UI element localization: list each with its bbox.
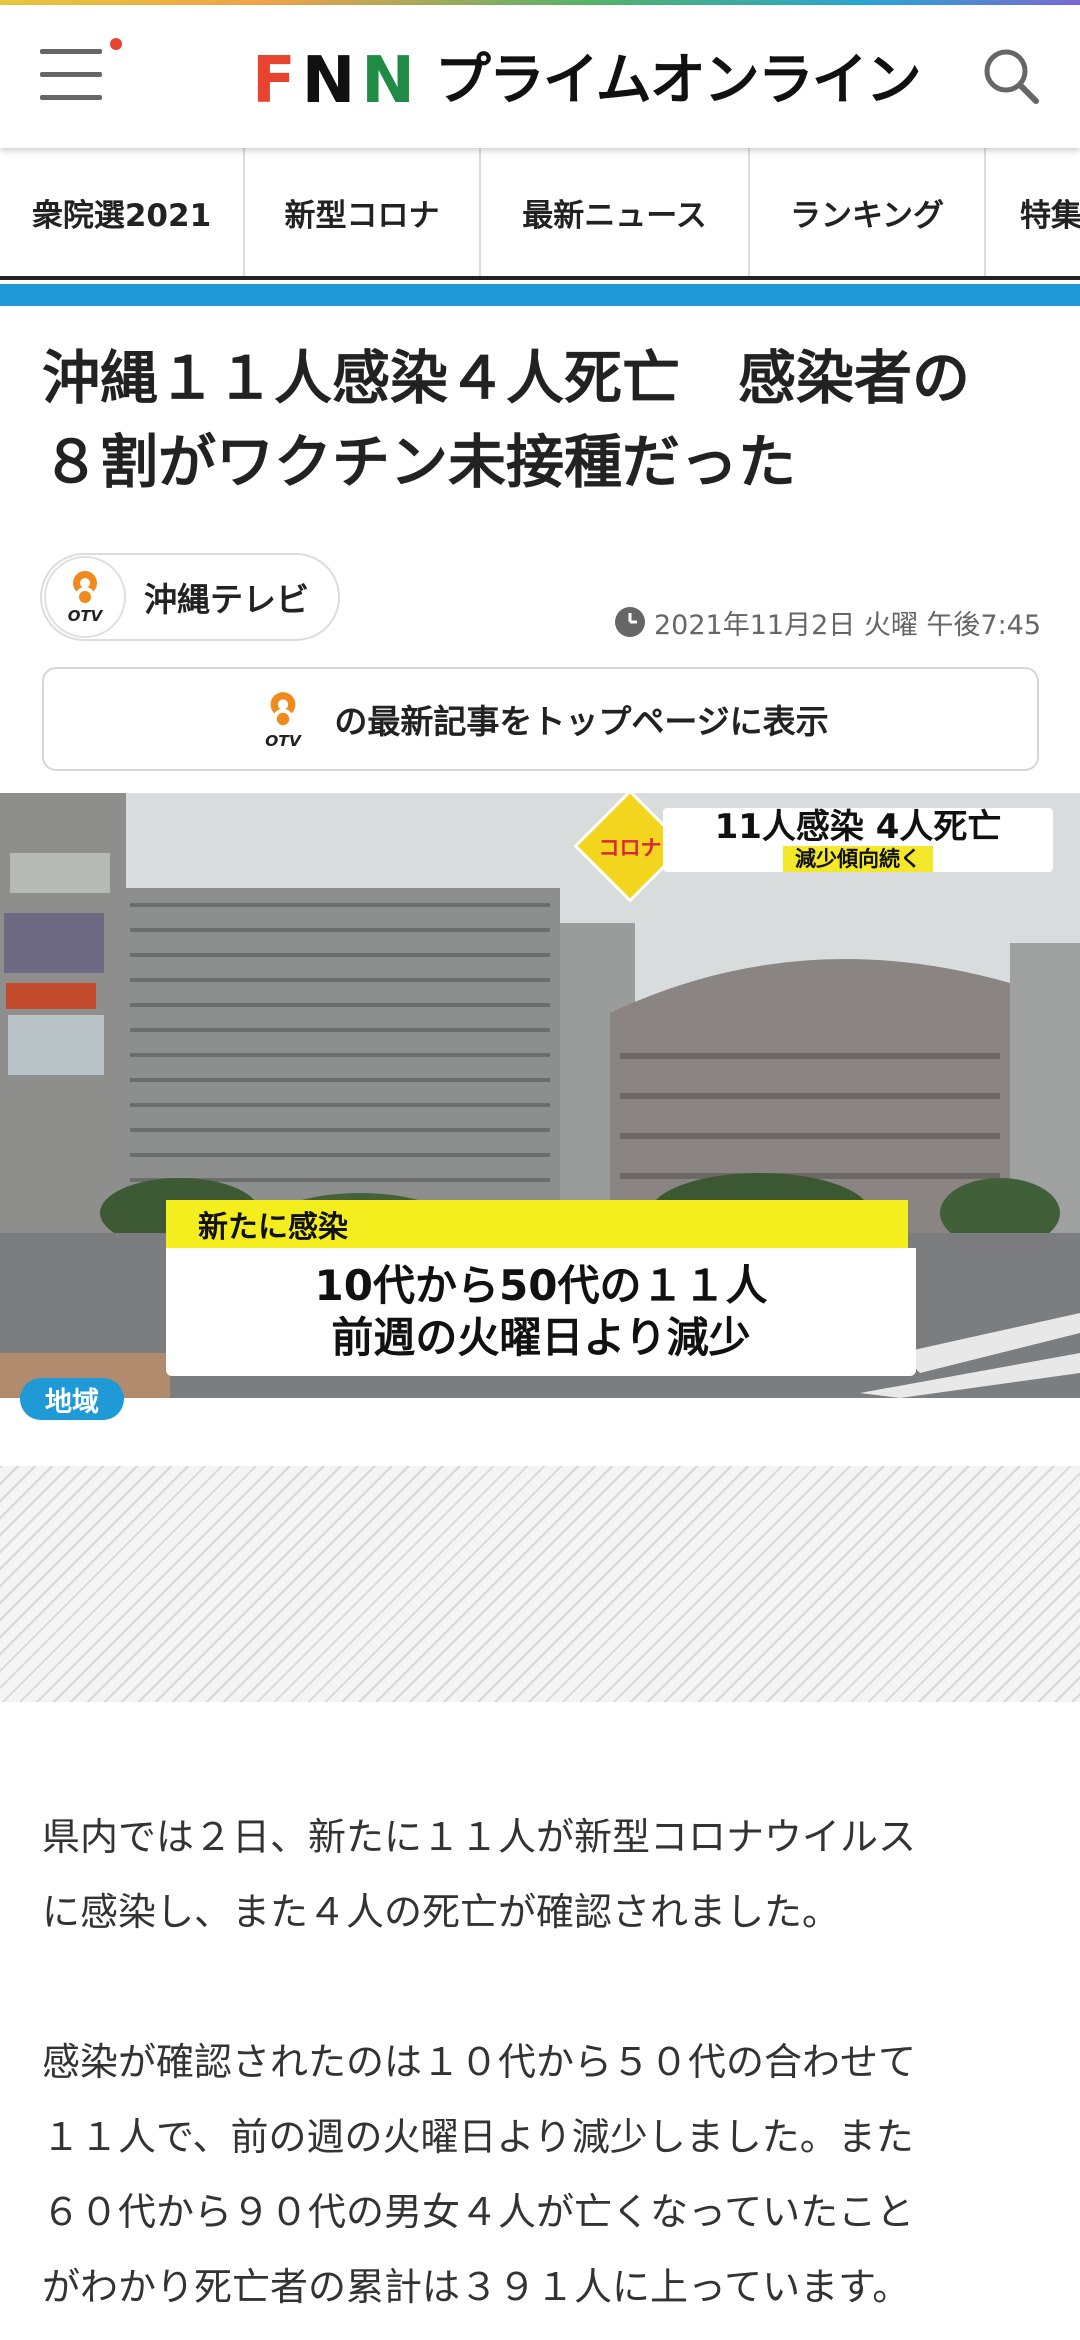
nav-tab-election[interactable]: 衆院選2021 (0, 148, 245, 276)
nav-tab-corona[interactable]: 新型コロナ (245, 148, 481, 276)
paragraph-1-line-1: 県内では２日、新たに１１人が新型コロナウイルス (42, 1815, 917, 1859)
corona-badge-label: コロナ (598, 836, 662, 860)
nav-tab-latest-news[interactable]: 最新ニュース (481, 148, 750, 276)
show-latest-on-top-button[interactable]: OTV の最新記事をトップページに表示 (42, 667, 1039, 771)
site-logo[interactable]: FNN プライムオンライン (252, 44, 922, 118)
show-latest-label: の最新記事をトップページに表示 (334, 702, 829, 741)
photo-headline-sub: 減少傾向続く (783, 846, 933, 872)
otv-logo-icon: OTV (44, 556, 126, 638)
menu-icon[interactable] (40, 49, 102, 101)
photo-headline-main: 11人感染 4人死亡 (714, 807, 1002, 847)
timestamp-text: 2021年11月2日 火曜 午後7:45 (654, 609, 1042, 641)
clock-icon (615, 607, 645, 637)
paragraph-2-line-1: 感染が確認されたのは１０代から５０代の合わせて (42, 2040, 917, 2084)
source-chip[interactable]: OTV 沖縄テレビ (40, 553, 340, 641)
ticker-line-1: 10代から50代の１１人 (314, 1261, 768, 1310)
paragraph-1-line-2: に感染し、また４人の死亡が確認されました。 (42, 1890, 841, 1934)
nav-tab-ranking[interactable]: ランキング (750, 148, 986, 276)
logo-brand: FNN (252, 44, 421, 118)
photo-ticker: 新たに感染 10代から50代の１１人 前週の火曜日より減少 (166, 1200, 916, 1376)
section-band (0, 284, 1080, 306)
headline-line-1: 沖縄１１人感染４人死亡 感染者の (42, 344, 971, 412)
search-icon[interactable] (978, 43, 1044, 109)
article-paragraph-1: 県内では２日、新たに１１人が新型コロナウイルス に感染し、また４人の死亡が確認さ… (42, 1800, 1042, 1950)
paragraph-2-line-4: がわかり死亡者の累計は３９１人に上っています。 (42, 2265, 911, 2309)
ad-placeholder (0, 1466, 1080, 1702)
article-paragraph-2: 感染が確認されたのは１０代から５０代の合わせて １１人で、前の週の火曜日より減少… (42, 2025, 1042, 2325)
publish-timestamp: 2021年11月2日 火曜 午後7:45 (614, 604, 1042, 641)
photo-headline-caption: 11人感染 4人死亡 減少傾向続く (663, 808, 1053, 872)
site-header: FNN プライムオンライン (0, 5, 1080, 148)
ticker-title: 新たに感染 (166, 1200, 908, 1248)
otv-logo-icon: OTV (265, 692, 303, 750)
category-badge[interactable]: 地域 (20, 1378, 124, 1420)
notification-dot (110, 38, 122, 50)
svg-text:OTV: OTV (68, 607, 104, 625)
paragraph-2-line-2: １１人で、前の週の火曜日より減少しました。また (42, 2115, 914, 2159)
article-headline: 沖縄１１人感染４人死亡 感染者の ８割がワクチン未接種だった (42, 336, 1042, 504)
source-name: 沖縄テレビ (144, 580, 309, 619)
nav-tab-features[interactable]: 特集 (986, 148, 1080, 276)
svg-text:OTV: OTV (265, 732, 303, 750)
ticker-line-2: 前週の火曜日より減少 (331, 1313, 751, 1362)
category-nav: 衆院選2021 新型コロナ 最新ニュース ランキング 特集 (0, 148, 1080, 280)
logo-sub: プライムオンライン (434, 48, 922, 113)
headline-line-2: ８割がワクチン未接種だった (42, 428, 797, 496)
ticker-body: 10代から50代の１１人 前週の火曜日より減少 (166, 1248, 916, 1376)
paragraph-2-line-3: ６０代から９０代の男女４人が亡くなっていたこと (42, 2190, 915, 2234)
